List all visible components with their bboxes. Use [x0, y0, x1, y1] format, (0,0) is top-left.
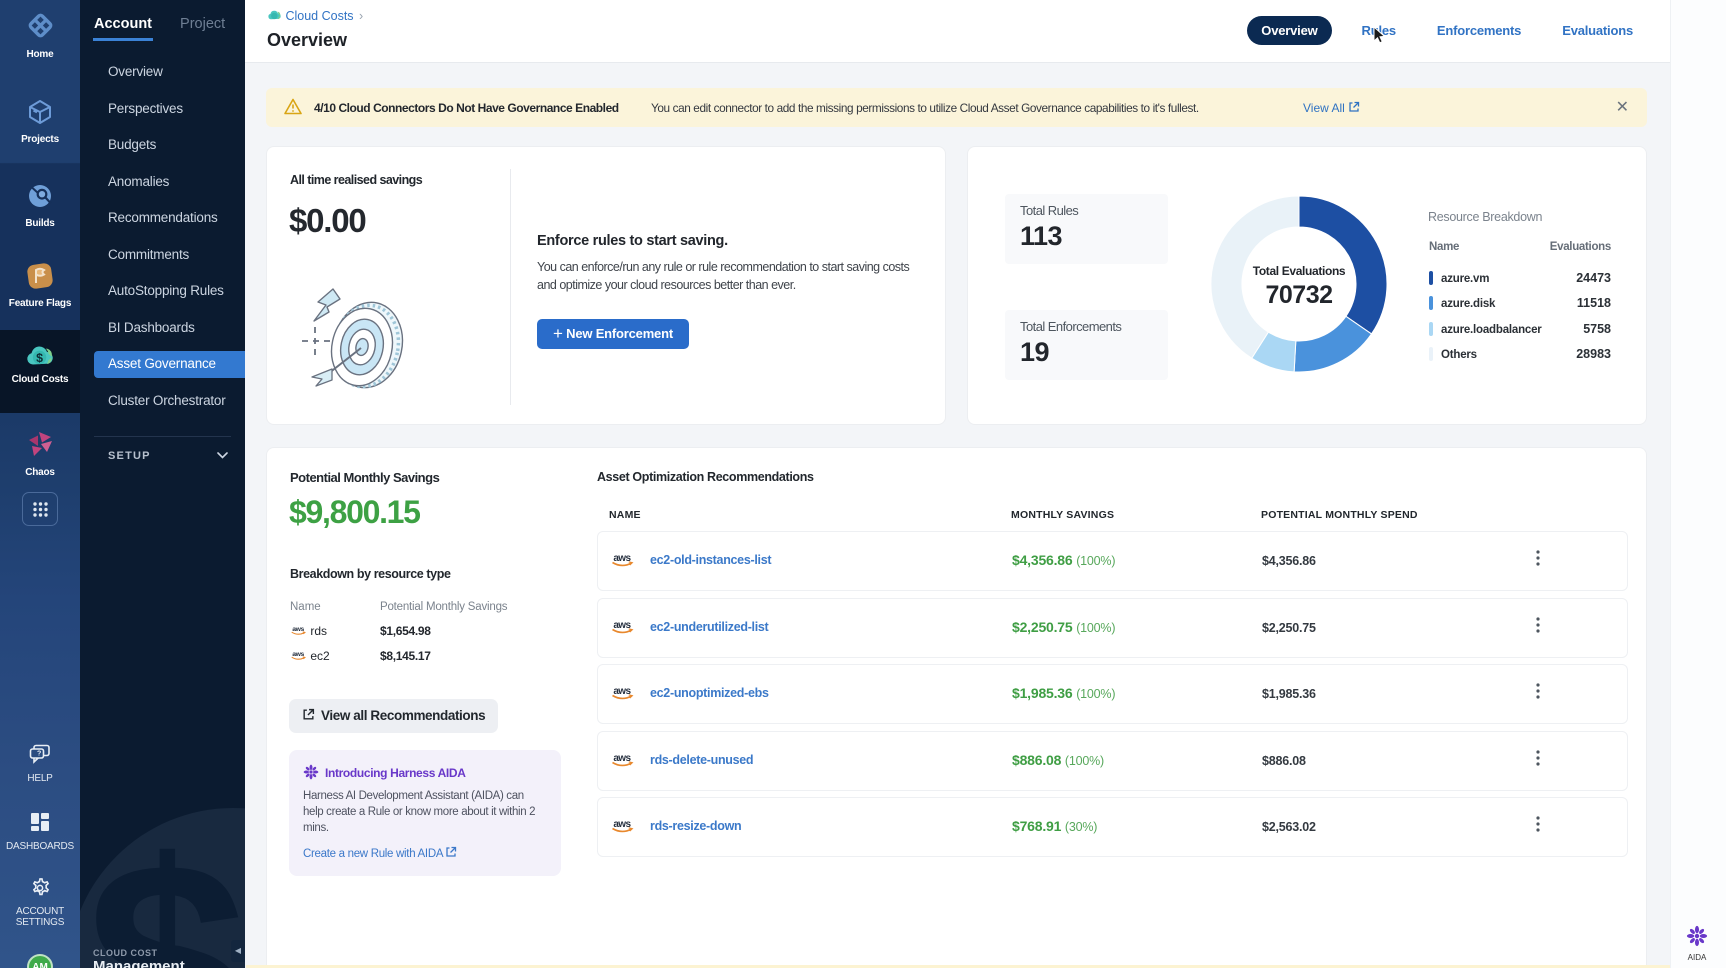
svg-text:$: $: [36, 351, 43, 365]
svg-text:?: ?: [37, 751, 41, 758]
